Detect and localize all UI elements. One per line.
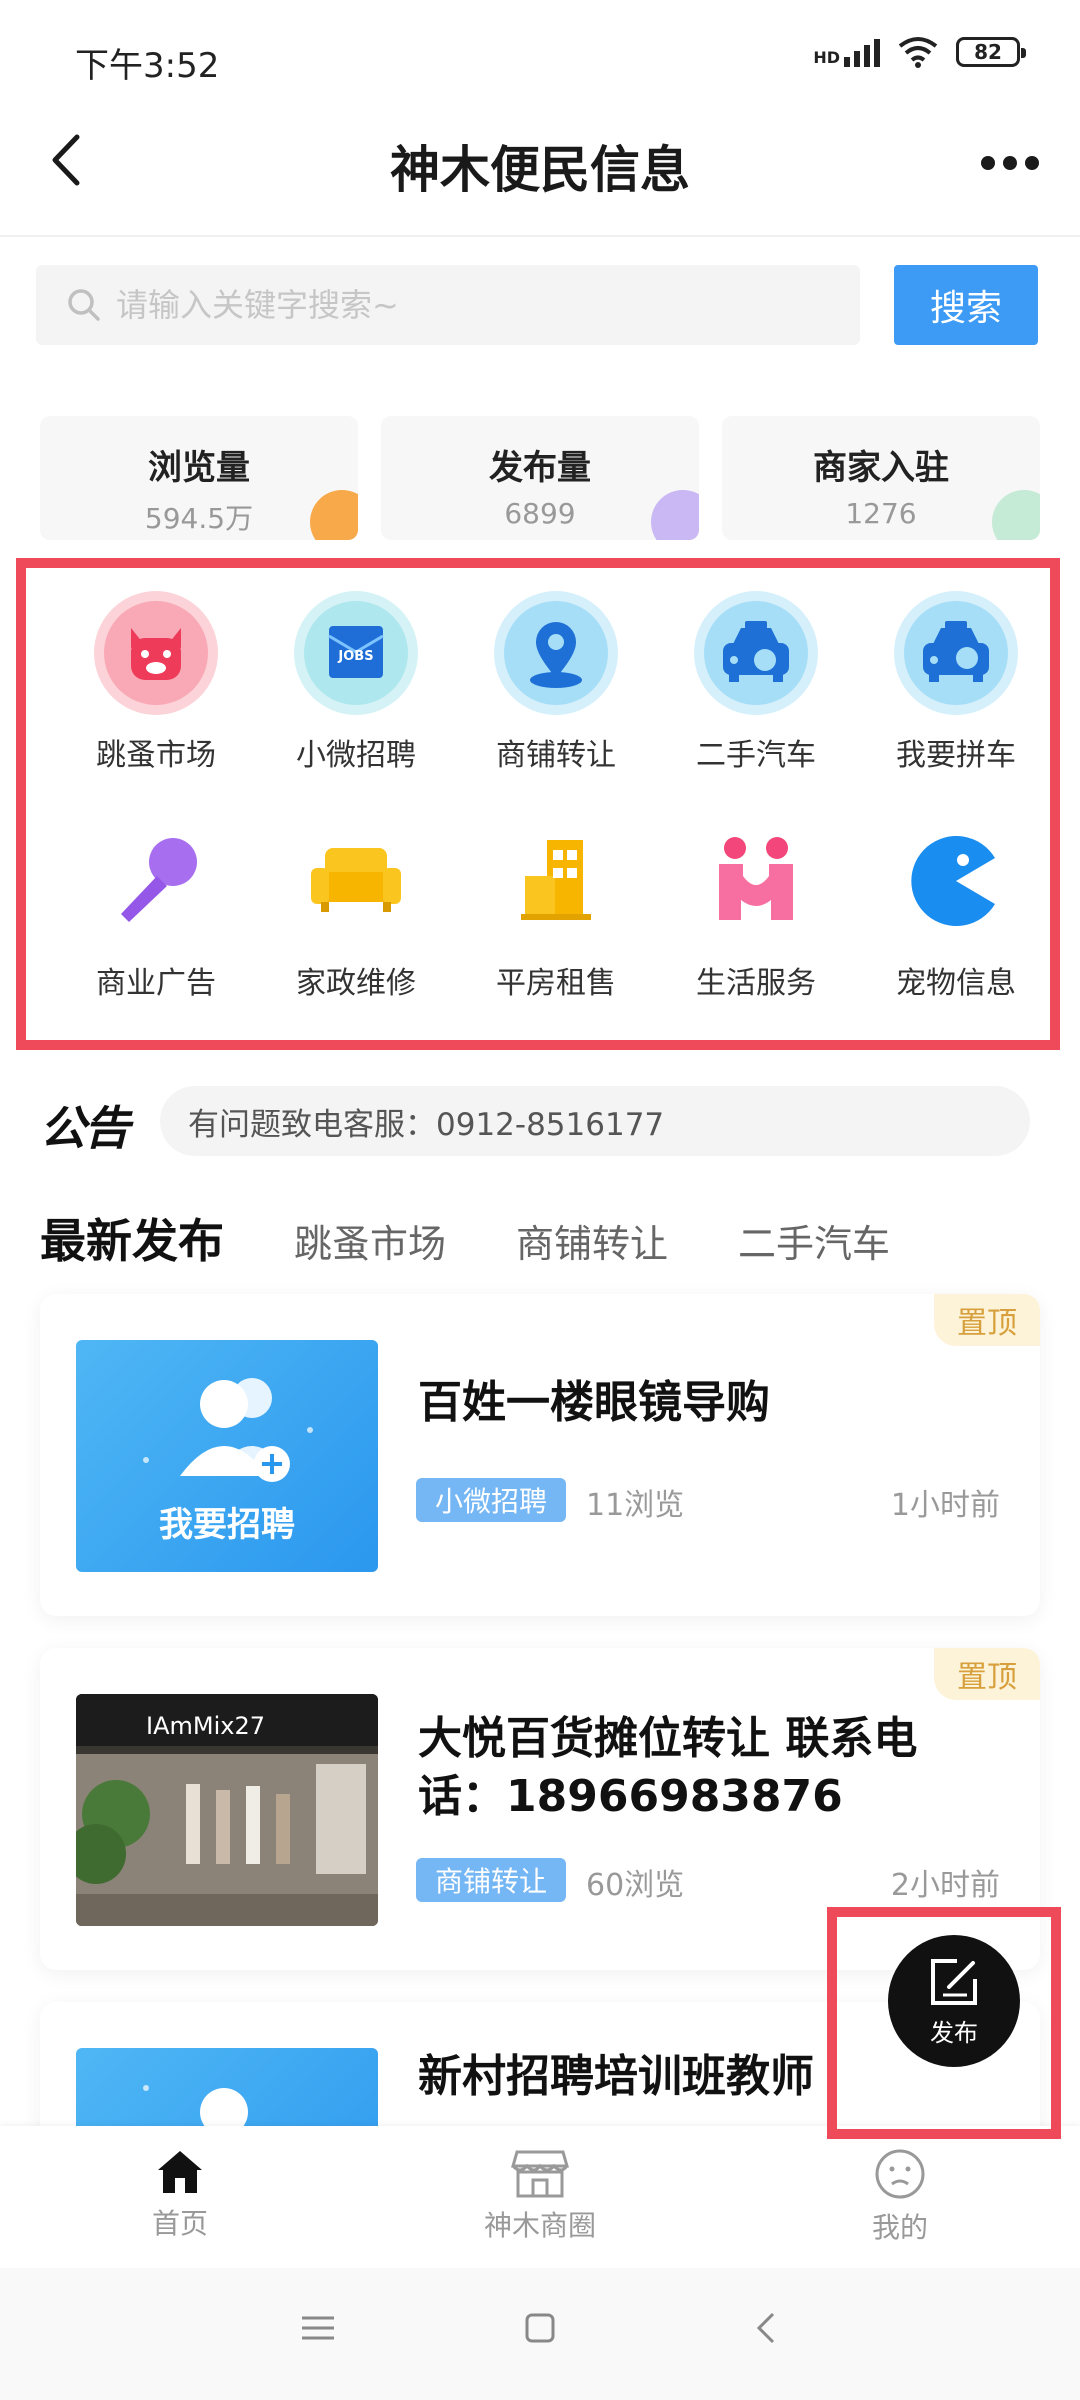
battery-icon: 82 xyxy=(956,37,1026,67)
pinned-badge: 置顶 xyxy=(934,1294,1040,1346)
tab-shop-transfer[interactable]: 商铺转让 xyxy=(516,1213,668,1268)
feed-tabs: 最新发布 跳蚤市场 商铺转让 二手汽车 xyxy=(40,1205,960,1271)
tab-label: 我的 xyxy=(871,2211,928,2244)
post-views: 11浏览 xyxy=(586,1488,685,1523)
battery-level: 82 xyxy=(974,40,1002,64)
used-car-icon xyxy=(694,591,818,715)
search-icon xyxy=(68,289,100,321)
category-jobs[interactable]: JOBS 小微招聘 xyxy=(256,588,456,774)
header-divider xyxy=(0,235,1080,237)
stat-label: 商家入驻 xyxy=(813,448,949,488)
stat-card-posts: 发布量 6899 xyxy=(381,416,699,540)
status-time: 下午3:52 xyxy=(75,46,220,86)
tab-label: 神木商圈 xyxy=(483,2209,596,2242)
page-title: 神木便民信息 xyxy=(390,141,690,199)
pinned-badge: 置顶 xyxy=(934,1648,1040,1700)
category-carpool[interactable]: 我要拼车 xyxy=(856,588,1056,774)
search-button[interactable]: 搜索 xyxy=(894,265,1038,345)
pacman-icon xyxy=(911,836,995,926)
store-sign: IAmMix27 xyxy=(146,1712,265,1740)
notice-text[interactable]: 有问题致电客服：0912-8516177 xyxy=(160,1086,1030,1156)
category-grid: 跳蚤市场 JOBS 小微招聘 商铺转让 二手汽车 我要拼车 商业广告 家政维修 … xyxy=(16,558,1060,1050)
stat-label: 发布量 xyxy=(489,448,591,488)
post-title: 大悦百货摊位转让 联系电话：18966983876 xyxy=(418,1713,918,1822)
category-home-repair[interactable]: 家政维修 xyxy=(256,816,456,1002)
location-pin-icon xyxy=(494,591,618,715)
home-square-icon[interactable] xyxy=(520,2308,560,2348)
tab-label: 首页 xyxy=(151,2207,208,2240)
category-label: 商业广告 xyxy=(96,966,216,1001)
category-ads[interactable]: 商业广告 xyxy=(56,816,256,1002)
carpool-icon xyxy=(894,591,1018,715)
category-label: 生活服务 xyxy=(696,966,816,1001)
status-icons: HD 82 xyxy=(813,36,1026,68)
face-icon xyxy=(875,2149,925,2199)
jobs-icon: JOBS xyxy=(294,591,418,715)
svg-text:JOBS: JOBS xyxy=(337,649,373,664)
category-label: 商铺转让 xyxy=(496,738,616,773)
tab-home[interactable]: 首页 xyxy=(80,2148,280,2242)
edit-icon xyxy=(931,1958,977,2005)
post-thumbnail: 我要招聘 xyxy=(76,1340,378,1572)
pig-icon xyxy=(94,591,218,715)
building-icon xyxy=(521,840,591,920)
category-house-rent[interactable]: 平房租售 xyxy=(456,816,656,1002)
post-views: 60浏览 xyxy=(586,1868,685,1903)
post-category-tag: 商铺转让 xyxy=(416,1858,566,1902)
tab-latest[interactable]: 最新发布 xyxy=(40,1205,224,1271)
notice-logo-text: 公告 xyxy=(40,1101,130,1155)
category-label: 跳蚤市场 xyxy=(96,738,216,773)
more-options-icon[interactable] xyxy=(970,128,1050,198)
post-title: 百姓一楼眼镜导购 xyxy=(418,1377,770,1428)
publish-label: 发布 xyxy=(930,2018,978,2047)
stat-label: 浏览量 xyxy=(148,448,250,488)
search-bar xyxy=(36,265,860,345)
sofa-icon xyxy=(311,848,401,912)
category-label: 平房租售 xyxy=(496,966,616,1001)
category-shop-transfer[interactable]: 商铺转让 xyxy=(456,588,656,774)
post-thumbnail: IAmMix27 xyxy=(76,1694,378,1926)
people-icon xyxy=(719,837,793,920)
recruit-illustration: 我要招聘 xyxy=(143,1378,313,1545)
category-used-cars[interactable]: 二手汽车 xyxy=(656,588,856,774)
home-icon xyxy=(158,2151,202,2193)
tab-used-cars[interactable]: 二手汽车 xyxy=(738,1213,890,1268)
signal-icon: HD xyxy=(813,37,880,67)
wifi-icon xyxy=(898,37,938,68)
tab-business-circle[interactable]: 神木商圈 xyxy=(440,2148,640,2244)
post-card[interactable]: 我要招聘 百姓一楼眼镜导购 置顶 小微招聘 11浏览 1小时前 xyxy=(40,1294,1040,1616)
stat-card-views: 浏览量 594.5万 xyxy=(40,416,358,540)
store-photo: IAmMix27 xyxy=(76,1694,378,1926)
category-label: 小微招聘 xyxy=(296,738,416,773)
publish-button[interactable]: 发布 xyxy=(888,1935,1020,2067)
system-back-icon[interactable] xyxy=(748,2308,788,2348)
microphone-icon xyxy=(121,838,197,922)
post-time: 1小时前 xyxy=(890,1488,1000,1523)
category-label: 家政维修 xyxy=(296,966,416,1001)
search-input[interactable] xyxy=(114,285,818,325)
category-life-services[interactable]: 生活服务 xyxy=(656,816,856,1002)
menu-icon[interactable] xyxy=(298,2308,338,2348)
category-label: 宠物信息 xyxy=(896,966,1016,1001)
post-category-tag: 小微招聘 xyxy=(416,1478,566,1522)
category-label: 二手汽车 xyxy=(696,738,816,773)
tab-flea-market[interactable]: 跳蚤市场 xyxy=(294,1213,446,1268)
thumb-text: 我要招聘 xyxy=(159,1505,295,1545)
notice-logo: 公告 xyxy=(40,1092,130,1158)
tab-mine[interactable]: 我的 xyxy=(800,2148,1000,2246)
category-pets[interactable]: 宠物信息 xyxy=(856,816,1056,1002)
category-flea-market[interactable]: 跳蚤市场 xyxy=(56,588,256,774)
post-time: 2小时前 xyxy=(890,1868,1000,1903)
stat-card-merchants: 商家入驻 1276 xyxy=(722,416,1040,540)
network-label: HD xyxy=(813,48,840,67)
system-nav-bar xyxy=(0,2268,1080,2400)
category-label: 我要拼车 xyxy=(896,738,1016,773)
shop-icon xyxy=(511,2150,569,2198)
